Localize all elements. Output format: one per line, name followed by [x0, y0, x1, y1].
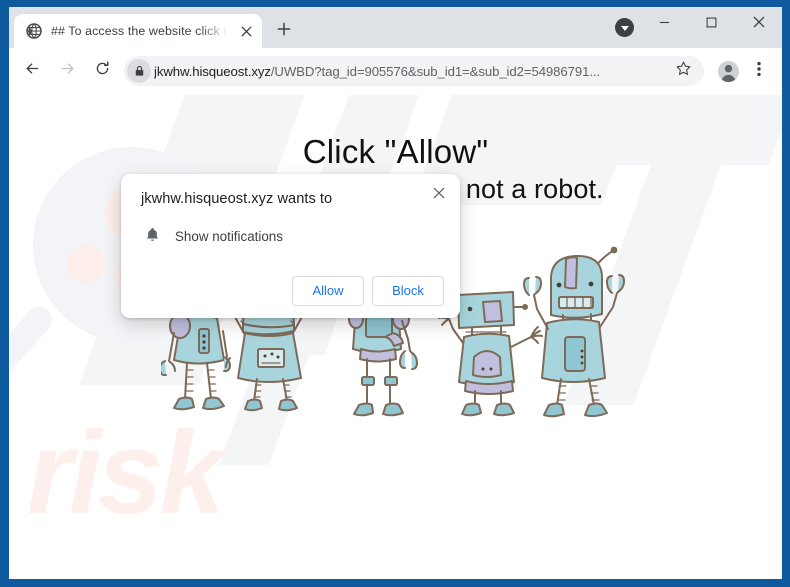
browser-window: ## To access the website click th jkwhw.…	[9, 7, 782, 579]
dialog-permission-row: Show notifications	[141, 226, 444, 248]
three-dots-menu-icon	[757, 61, 761, 82]
address-bar[interactable]: jkwhw.hisqueost.xyz/UWBD?tag_id=905576&s…	[124, 56, 704, 86]
star-icon	[675, 60, 692, 82]
page-headline-primary: Click "Allow"	[302, 133, 489, 170]
block-button[interactable]: Block	[372, 275, 444, 306]
browser-toolbar: jkwhw.hisqueost.xyz/UWBD?tag_id=905576&s…	[9, 48, 782, 95]
allow-button[interactable]: Allow	[292, 275, 364, 306]
window-controls	[641, 7, 782, 40]
tab-close-icon[interactable]	[237, 22, 256, 41]
close-icon	[433, 186, 445, 204]
reload-icon	[94, 60, 111, 82]
bell-icon	[144, 226, 161, 248]
tab-title: ## To access the website click th	[51, 24, 228, 38]
globe-icon	[26, 23, 42, 39]
notification-permission-dialog: jkwhw.hisqueost.xyz wants to Show notifi…	[121, 174, 460, 318]
tab-strip: ## To access the website click th	[9, 7, 782, 48]
maximize-button[interactable]	[688, 7, 735, 40]
forward-button[interactable]	[50, 54, 84, 88]
person-avatar-icon	[717, 60, 739, 82]
minimize-button[interactable]	[641, 7, 688, 40]
chevron-down-icon	[620, 25, 629, 31]
url-path: /UWBD?tag_id=905576&sub_id1=&sub_id2=549…	[270, 63, 601, 79]
browser-tab[interactable]: ## To access the website click th	[14, 14, 262, 48]
browser-menu-button[interactable]	[744, 56, 774, 86]
dialog-actions: Allow Block	[141, 275, 444, 306]
minimize-icon	[659, 15, 670, 33]
maximize-icon	[706, 15, 717, 33]
plus-icon	[277, 22, 291, 41]
close-window-button[interactable]	[735, 7, 782, 40]
lock-icon[interactable]	[124, 56, 154, 86]
forward-arrow-icon	[59, 60, 76, 82]
dialog-title: jkwhw.hisqueost.xyz wants to	[141, 191, 333, 207]
back-arrow-icon	[24, 60, 41, 82]
back-button[interactable]	[15, 54, 49, 88]
url-host: jkwhw.hisqueost.xyz	[154, 63, 271, 79]
close-icon	[753, 15, 765, 33]
dialog-close-button[interactable]	[426, 182, 452, 208]
url-text: jkwhw.hisqueost.xyz/UWBD?tag_id=905576&s…	[154, 64, 668, 79]
dialog-permission-label: Show notifications	[175, 229, 283, 245]
bookmark-button[interactable]	[668, 56, 698, 86]
window-frame: ## To access the website click th jkwhw.…	[0, 0, 790, 587]
page-content: Click "Allow" to confirm that you are no…	[9, 95, 782, 579]
page-viewport: risk Click "Allow" to confirm that you a…	[9, 95, 782, 579]
reload-button[interactable]	[85, 54, 119, 88]
tab-list-dropdown-button[interactable]	[615, 18, 634, 37]
profile-button[interactable]	[713, 56, 743, 86]
new-tab-button[interactable]	[268, 15, 300, 47]
